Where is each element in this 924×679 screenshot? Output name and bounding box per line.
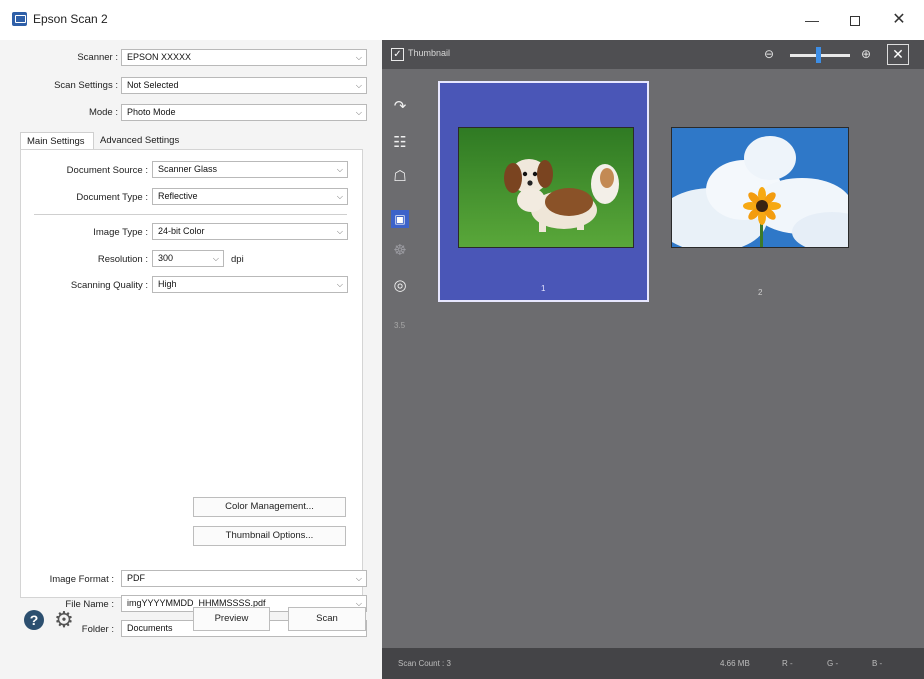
zoom-slider-handle[interactable] xyxy=(816,47,821,63)
rotate-icon[interactable]: ↷ xyxy=(391,98,409,116)
scan-button[interactable]: Scan xyxy=(288,607,366,631)
document-source-label: Document Source : xyxy=(66,165,148,176)
tab-main-settings[interactable]: Main Settings xyxy=(20,132,94,150)
thumbnail-1[interactable]: 1 xyxy=(438,81,649,302)
red-value: R - xyxy=(782,659,793,668)
scanning-quality-select[interactable]: High ⌵ xyxy=(152,276,348,293)
document-type-select[interactable]: Reflective ⌵ xyxy=(152,188,348,205)
scan-count: Scan Count : 3 xyxy=(398,659,451,668)
image-format-select[interactable]: PDF ⌵ xyxy=(121,570,367,587)
resolution-label: Resolution : xyxy=(97,254,148,265)
resolution-unit: dpi xyxy=(231,254,244,265)
chevron-down-icon: ⌵ xyxy=(355,574,362,583)
mode-label: Mode : xyxy=(88,107,118,118)
document-type-value: Reflective xyxy=(158,191,198,201)
chevron-down-icon: ⌵ xyxy=(336,192,343,201)
chevron-down-icon: ⌵ xyxy=(212,254,219,263)
scan-settings-label: Scan Settings : xyxy=(54,80,118,91)
color-restore-icon[interactable]: ☸ xyxy=(391,242,409,260)
thumbnail-2[interactable]: 2 xyxy=(670,127,850,305)
resolution-select[interactable]: 300 ⌵ xyxy=(152,250,224,267)
chevron-down-icon: ⌵ xyxy=(336,227,343,236)
scanner-value: EPSON XXXXX xyxy=(127,52,192,62)
thumbnail-image-flower xyxy=(671,127,849,248)
file-size: 4.66 MB xyxy=(720,659,750,668)
close-thumbnail-icon[interactable]: ✕ xyxy=(887,44,909,65)
resolution-value: 300 xyxy=(158,253,174,263)
folder-value: Documents xyxy=(127,623,173,633)
maximize-button[interactable] xyxy=(840,8,870,32)
image-type-label: Image Type : xyxy=(93,227,148,238)
chevron-down-icon: ⌵ xyxy=(336,280,343,289)
thumbnail-number: 2 xyxy=(758,288,763,297)
zoom-in-icon[interactable]: ⊕ xyxy=(861,47,871,61)
window-title: Epson Scan 2 xyxy=(33,12,108,26)
image-adjust-icon[interactable]: ☷ xyxy=(391,134,409,152)
green-value: G - xyxy=(827,659,839,668)
thumbnail-image-dog xyxy=(458,127,634,248)
preview-panel: ✓ Thumbnail ⊖ ⊕ ✕ ↷ ☷ ☖ ▣ ☸ ◎ 3.5 1 2 Sc… xyxy=(382,40,924,679)
scanner-select[interactable]: EPSON XXXXX ⌵ xyxy=(121,49,367,66)
image-format-value: PDF xyxy=(127,573,145,583)
app-scanner-icon xyxy=(12,12,27,26)
preview-button[interactable]: Preview xyxy=(193,607,270,631)
maximize-icon xyxy=(850,16,860,27)
help-icon[interactable]: ? xyxy=(24,610,44,630)
auto-adjust-icon[interactable]: ▣ xyxy=(391,210,409,228)
mode-value: Photo Mode xyxy=(127,107,176,117)
section-divider xyxy=(34,214,347,215)
image-type-select[interactable]: 24-bit Color ⌵ xyxy=(152,223,348,240)
thumbnail-checkbox[interactable]: ✓ xyxy=(391,48,404,61)
mode-select[interactable]: Photo Mode ⌵ xyxy=(121,104,367,121)
close-window-button[interactable]: ✕ xyxy=(884,8,914,32)
status-bar: Scan Count : 3 4.66 MB R - G - B - xyxy=(382,648,924,679)
minimize-button[interactable]: — xyxy=(797,8,827,32)
dog-photo xyxy=(459,128,633,247)
thumbnail-number: 1 xyxy=(541,284,546,293)
image-type-value: 24-bit Color xyxy=(158,226,205,236)
image-format-label: Image Format : xyxy=(49,574,114,585)
blue-value: B - xyxy=(872,659,883,668)
scanning-quality-label: Scanning Quality : xyxy=(70,280,148,291)
color-management-button[interactable]: Color Management... xyxy=(193,497,346,517)
document-type-label: Document Type : xyxy=(76,192,148,203)
scan-settings-select[interactable]: Not Selected ⌵ xyxy=(121,77,367,94)
tab-advanced-settings[interactable]: Advanced Settings xyxy=(94,132,185,150)
document-tool-icon[interactable]: ☖ xyxy=(391,168,409,186)
preview-toolbar: ✓ Thumbnail ⊖ ⊕ ✕ xyxy=(382,40,924,69)
chevron-down-icon: ⌵ xyxy=(336,165,343,174)
document-source-select[interactable]: Scanner Glass ⌵ xyxy=(152,161,348,178)
gear-icon[interactable]: ⚙ xyxy=(53,609,75,631)
flower-photo xyxy=(672,128,848,247)
settings-panel: Scanner : EPSON XXXXX ⌵ Scan Settings : … xyxy=(0,40,382,679)
chevron-down-icon: ⌵ xyxy=(355,53,362,62)
chevron-down-icon: ⌵ xyxy=(355,108,362,117)
scan-settings-value: Not Selected xyxy=(127,80,179,90)
scanning-quality-value: High xyxy=(158,279,177,289)
document-source-value: Scanner Glass xyxy=(158,164,218,174)
zoom-out-icon[interactable]: ⊖ xyxy=(764,47,774,61)
dust-removal-icon[interactable]: ◎ xyxy=(391,277,409,295)
thumbnail-label: Thumbnail xyxy=(408,48,451,58)
chevron-down-icon: ⌵ xyxy=(355,81,362,90)
scanner-label: Scanner : xyxy=(77,52,118,63)
thumbnail-options-button[interactable]: Thumbnail Options... xyxy=(193,526,346,546)
epson-scan-window: Epson Scan 2 — ✕ Scanner : EPSON XXXXX ⌵… xyxy=(0,0,924,679)
tool-value: 3.5 xyxy=(394,321,406,330)
title-bar: Epson Scan 2 — ✕ xyxy=(0,0,924,40)
